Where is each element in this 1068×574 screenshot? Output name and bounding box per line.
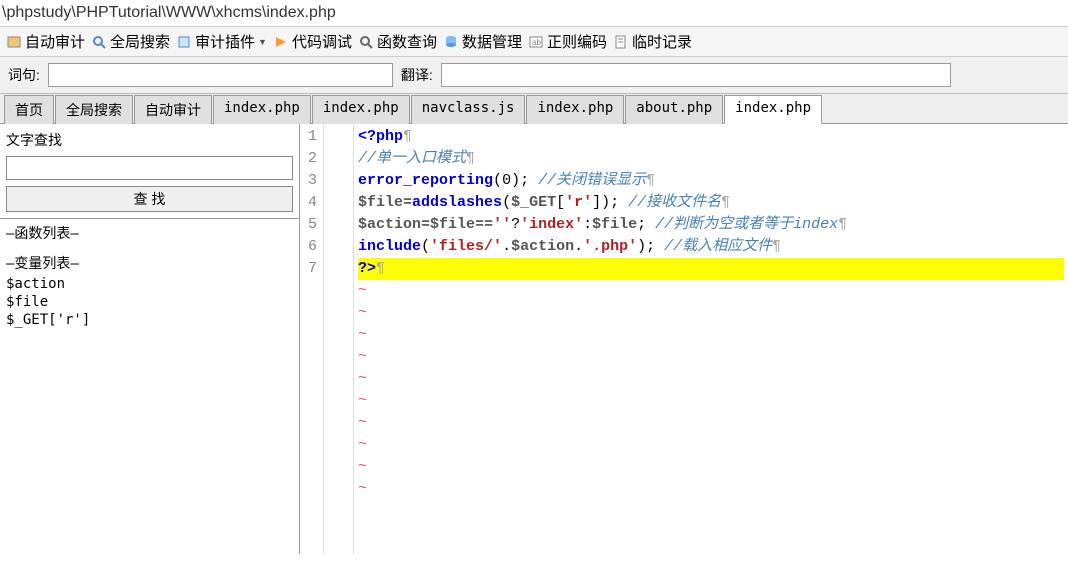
code-line[interactable]: $file=addslashes($_GET['r']); //接收文件名¶ (358, 192, 1064, 214)
code-line[interactable]: ?>¶ (358, 258, 1064, 280)
code-body[interactable]: <?php¶//单一入口模式¶error_reporting(0); //关闭错… (354, 124, 1068, 554)
empty-line: ~ (358, 412, 1064, 434)
auto-audit-button[interactable]: 自动审计 (6, 31, 85, 52)
line-number-gutter: 1234567 (300, 124, 324, 554)
find-title: 文字查找 (6, 130, 293, 150)
tab[interactable]: index.php (526, 95, 624, 124)
file-path: \phpstudy\PHPTutorial\WWW\xhcms\index.ph… (0, 0, 1068, 27)
data-mgmt-button[interactable]: 数据管理 (443, 31, 522, 52)
tab[interactable]: index.php (724, 95, 822, 124)
func-list-header: —函数列表— (6, 223, 293, 243)
fold-gutter (324, 124, 354, 554)
tab-strip: 首页全局搜索自动审计index.phpindex.phpnavclass.jsi… (0, 94, 1068, 124)
global-search-button[interactable]: 全局搜索 (91, 31, 170, 52)
search-icon (91, 34, 107, 50)
global-search-label: 全局搜索 (110, 31, 170, 52)
tab[interactable]: navclass.js (411, 95, 526, 124)
code-debug-button[interactable]: 代码调试 (273, 31, 352, 52)
code-line[interactable]: //单一入口模式¶ (358, 148, 1064, 170)
audit-plugin-button[interactable]: 审计插件 ▼ (176, 31, 267, 52)
tab[interactable]: 全局搜索 (55, 95, 133, 124)
find-panel: 文字查找 查 找 (0, 124, 299, 219)
empty-line: ~ (358, 302, 1064, 324)
empty-line: ~ (358, 280, 1064, 302)
var-list-item[interactable]: $_GET['r'] (6, 311, 293, 329)
regex-encode-label: 正则编码 (547, 31, 607, 52)
temp-log-button[interactable]: 临时记录 (613, 31, 692, 52)
chevron-down-icon: ▼ (258, 37, 267, 47)
empty-line: ~ (358, 346, 1064, 368)
word-label: 词句: (8, 65, 40, 85)
empty-line: ~ (358, 368, 1064, 390)
svg-text:ab: ab (532, 38, 541, 47)
code-line[interactable]: $action=$file==''?'index':$file; //判断为空或… (358, 214, 1064, 236)
empty-line: ~ (358, 390, 1064, 412)
editor-pane[interactable]: 1234567 <?php¶//单一入口模式¶error_reporting(0… (300, 124, 1068, 554)
regex-icon: ab (528, 34, 544, 50)
code-line[interactable]: <?php¶ (358, 126, 1064, 148)
var-list-header: —变量列表— (6, 253, 293, 273)
tab[interactable]: index.php (213, 95, 311, 124)
word-input[interactable] (48, 63, 393, 87)
tab[interactable]: about.php (625, 95, 723, 124)
main-toolbar: 自动审计 全局搜索 审计插件 ▼ 代码调试 函数查询 数据管理 ab (0, 27, 1068, 57)
search-bar: 词句: 翻译: (0, 57, 1068, 94)
debug-icon (273, 34, 289, 50)
translate-input[interactable] (441, 63, 951, 87)
var-list-section: —变量列表— $action$file$_GET['r'] (0, 249, 299, 334)
note-icon (613, 34, 629, 50)
empty-line: ~ (358, 324, 1064, 346)
plugin-icon (176, 34, 192, 50)
empty-line: ~ (358, 434, 1064, 456)
regex-encode-button[interactable]: ab 正则编码 (528, 31, 607, 52)
code-line[interactable]: error_reporting(0); //关闭错误显示¶ (358, 170, 1064, 192)
query-icon (358, 34, 374, 50)
code-line[interactable]: include('files/'.$action.'.php'); //载入相应… (358, 236, 1064, 258)
temp-log-label: 临时记录 (632, 31, 692, 52)
translate-label: 翻译: (401, 65, 433, 85)
func-query-label: 函数查询 (377, 31, 437, 52)
var-list-item[interactable]: $action (6, 275, 293, 293)
find-input[interactable] (6, 156, 293, 180)
var-list-item[interactable]: $file (6, 293, 293, 311)
audit-icon (6, 34, 22, 50)
func-query-button[interactable]: 函数查询 (358, 31, 437, 52)
empty-line: ~ (358, 456, 1064, 478)
auto-audit-label: 自动审计 (25, 31, 85, 52)
code-debug-label: 代码调试 (292, 31, 352, 52)
main-area: 文字查找 查 找 —函数列表— —变量列表— $action$file$_GET… (0, 124, 1068, 554)
tab[interactable]: 首页 (4, 95, 54, 124)
empty-line: ~ (358, 478, 1064, 500)
audit-plugin-label: 审计插件 (195, 31, 255, 52)
func-list-section: —函数列表— (0, 219, 299, 249)
tab[interactable]: 自动审计 (134, 95, 212, 124)
database-icon (443, 34, 459, 50)
find-button[interactable]: 查 找 (6, 186, 293, 212)
tab[interactable]: index.php (312, 95, 410, 124)
data-mgmt-label: 数据管理 (462, 31, 522, 52)
left-pane: 文字查找 查 找 —函数列表— —变量列表— $action$file$_GET… (0, 124, 300, 554)
